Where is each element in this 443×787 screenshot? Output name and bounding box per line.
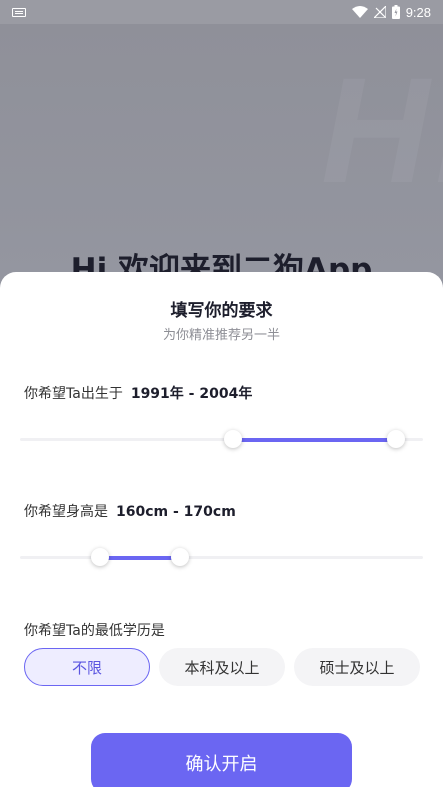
height-min-thumb[interactable] <box>91 548 109 566</box>
welcome-banner: Hi Hi 欢迎来到二狗App <box>0 24 443 284</box>
height-range <box>101 555 181 560</box>
birth-year-slider[interactable] <box>20 430 423 448</box>
height-label-text: 你希望身高是 <box>24 504 108 520</box>
height-label: 你希望身高是 160cm - 170cm <box>24 501 236 521</box>
birth-year-label-text: 你希望Ta出生于 <box>24 386 123 402</box>
height-max-thumb[interactable] <box>171 548 189 566</box>
height-slider[interactable] <box>20 548 423 566</box>
no-signal-icon <box>373 6 386 18</box>
wifi-icon <box>351 6 368 18</box>
status-left <box>12 7 26 17</box>
education-option-bachelor[interactable]: 本科及以上 <box>159 648 285 686</box>
education-option-master[interactable]: 硕士及以上 <box>294 648 420 686</box>
keyboard-icon <box>12 7 26 17</box>
status-right: 9:28 <box>351 4 431 20</box>
sheet-title: 填写你的要求 <box>170 301 273 321</box>
status-time: 9:28 <box>405 4 431 20</box>
birth-year-label: 你希望Ta出生于 1991年 - 2004年 <box>24 383 252 403</box>
status-bar: 9:28 <box>0 0 443 24</box>
sheet-subtitle: 为你精准推荐另一半 <box>162 328 280 343</box>
preferences-sheet: 填写你的要求 为你精准推荐另一半 你希望Ta出生于 1991年 - 2004年 你… <box>0 272 443 787</box>
birth-year-range <box>234 437 396 442</box>
birth-year-max-thumb[interactable] <box>387 430 405 448</box>
confirm-button[interactable]: 确认开启 <box>91 733 352 787</box>
birth-year-min-thumb[interactable] <box>224 430 242 448</box>
height-value: 160cm - 170cm <box>116 504 236 520</box>
education-label: 你希望Ta的最低学历是 <box>24 623 165 639</box>
education-option-any[interactable]: 不限 <box>24 648 150 686</box>
birth-year-value: 1991年 - 2004年 <box>130 386 253 402</box>
education-options: 不限 本科及以上 硕士及以上 <box>24 648 420 686</box>
battery-icon <box>391 5 400 19</box>
banner-watermark: Hi <box>321 46 443 214</box>
